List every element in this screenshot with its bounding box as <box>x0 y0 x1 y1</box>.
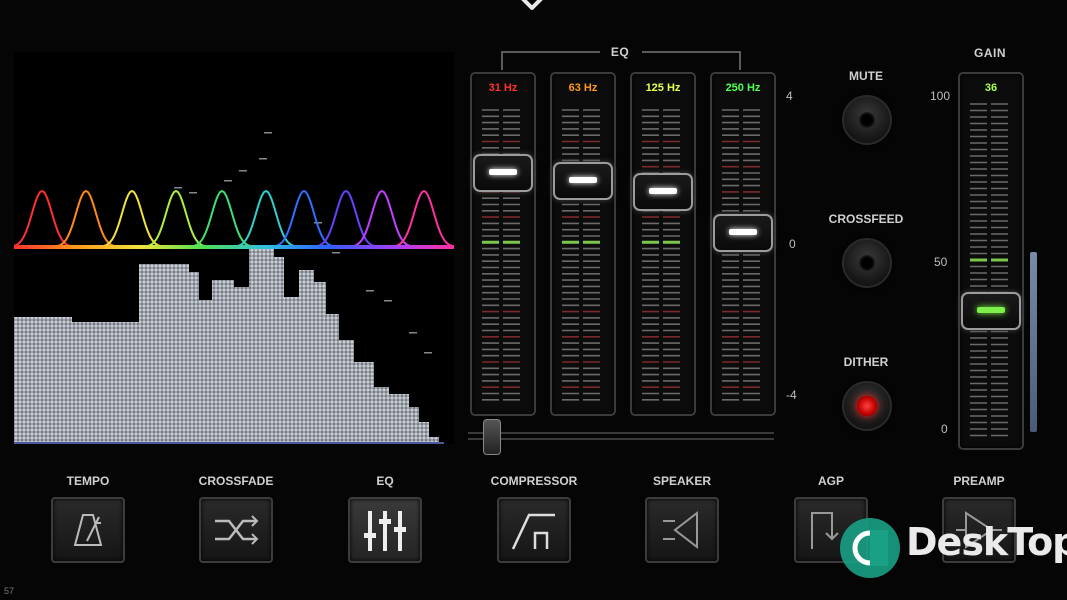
spectrum-bars <box>14 242 444 442</box>
tool-label-eq: EQ <box>376 474 394 488</box>
watermark-logo-icon <box>840 518 900 578</box>
gain-scale-bottom: 0 <box>941 422 948 436</box>
eq-tick-ladder <box>642 109 680 401</box>
eq-slider-125hz[interactable]: 125 Hz <box>630 72 696 416</box>
dither-led-indicator <box>857 396 877 416</box>
mute-button[interactable] <box>842 95 892 145</box>
gain-value: 36 <box>984 82 998 94</box>
compressor-curve-icon <box>511 513 555 550</box>
band-label: 125 Hz <box>645 82 681 94</box>
crossfeed-label: CROSSFEED <box>828 212 904 226</box>
gain-slider[interactable]: 36 <box>958 72 1024 450</box>
speaker-button[interactable] <box>645 497 719 563</box>
equalizer-sliders-icon <box>364 511 406 551</box>
eq-slider-thumb[interactable] <box>633 172 693 211</box>
eq-scale-top: 4 <box>786 89 793 103</box>
metronome-icon <box>73 514 103 546</box>
mute-label: MUTE <box>849 69 883 83</box>
band-label: 63 Hz <box>568 82 598 94</box>
gain-slider-thumb[interactable] <box>961 292 1021 331</box>
eq-title: EQ <box>610 45 630 59</box>
gain-title: GAIN <box>974 46 1006 60</box>
balance-slider-thumb[interactable] <box>483 419 501 455</box>
tool-label-agp: AGP <box>817 474 844 488</box>
compressor-button[interactable] <box>497 497 571 563</box>
gain-scale-mid: 50 <box>934 255 948 269</box>
eq-scale-mid: 0 <box>789 237 796 251</box>
eq-band-curve <box>181 189 263 248</box>
dither-button[interactable] <box>842 381 892 431</box>
eq-scale-bottom: -4 <box>786 388 797 402</box>
spectrum-analyzer <box>14 52 454 444</box>
tool-label-preamp: PREAMP <box>953 474 1005 488</box>
band-label: 31 Hz <box>488 82 518 94</box>
eq-band-curve <box>135 189 217 248</box>
output-level-meter <box>1030 252 1037 432</box>
eq-tick-ladder <box>562 109 600 401</box>
eq-band-curve <box>225 189 307 248</box>
eq-button[interactable] <box>348 497 422 563</box>
eq-slider-63hz[interactable]: 63 Hz <box>550 72 616 416</box>
crossfeed-indicator <box>859 255 875 271</box>
eq-response-line <box>14 245 454 249</box>
eq-slider-thumb[interactable] <box>553 161 613 200</box>
dither-label: DITHER <box>843 355 889 369</box>
eq-band-curve <box>341 189 423 248</box>
balance-slider-track[interactable] <box>468 428 774 444</box>
mute-indicator <box>859 112 875 128</box>
collapse-chevron-icon[interactable] <box>517 0 547 20</box>
gain-tick-ladder <box>970 103 1008 437</box>
tool-label-tempo: TEMPO <box>66 474 110 488</box>
tool-label-crossfade: CROSSFADE <box>198 474 274 488</box>
watermark: DeskTop <box>838 510 1067 590</box>
eq-band-curve <box>45 189 127 248</box>
eq-slider-thumb[interactable] <box>713 214 773 252</box>
version-number: 57 <box>4 586 15 596</box>
crossfade-icon <box>215 515 259 545</box>
eq-band-curve <box>263 189 345 248</box>
eq-tick-ladder <box>722 109 760 401</box>
crossfeed-button[interactable] <box>842 238 892 288</box>
tool-label-speaker: SPEAKER <box>652 474 711 488</box>
eq-tick-ladder <box>482 109 520 401</box>
tempo-button[interactable] <box>51 497 125 563</box>
eq-slider-thumb[interactable] <box>473 154 533 192</box>
tool-label-compressor: COMPRESSOR <box>490 474 578 488</box>
watermark-text: DeskTop <box>906 520 1067 564</box>
eq-band-curve <box>305 189 387 248</box>
band-label: 250 Hz <box>725 82 761 94</box>
gain-scale-top: 100 <box>930 89 951 103</box>
eq-slider-250hz[interactable]: 250 Hz <box>710 72 776 416</box>
speaker-icon <box>663 510 698 550</box>
eq-slider-31hz[interactable]: 31 Hz <box>470 72 536 416</box>
eq-band-curve <box>14 189 83 248</box>
eq-band-curve <box>91 189 173 248</box>
crossfade-button[interactable] <box>199 497 273 563</box>
